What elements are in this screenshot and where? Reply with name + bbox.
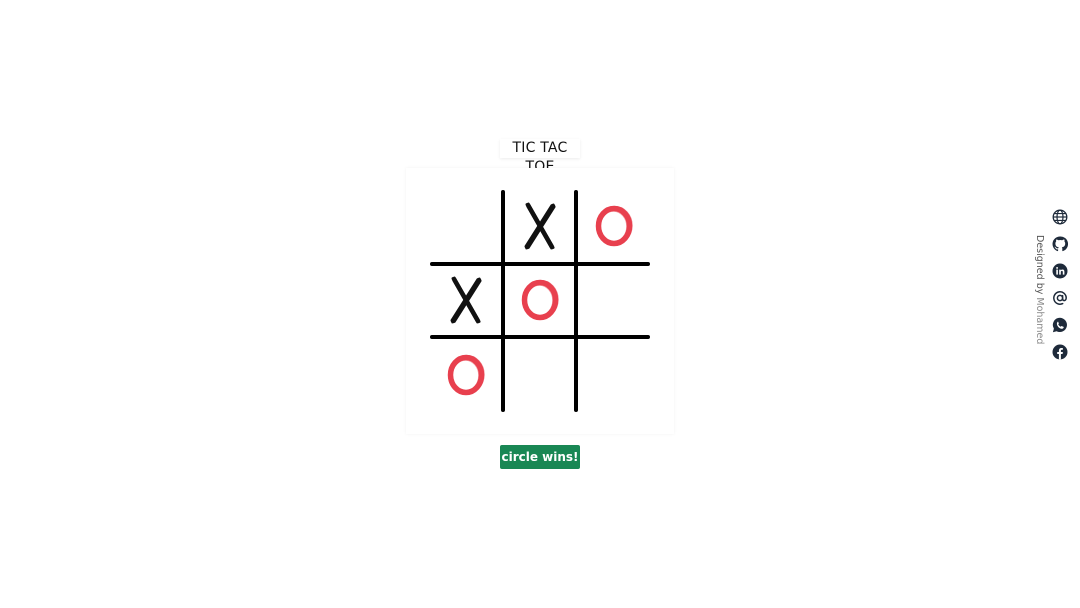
designed-by-label: Designed by [1034,235,1045,295]
page-title: TIC TAC TOE [500,139,580,175]
board-cell-0-2[interactable] [579,191,649,261]
board-cell-2-0[interactable] [431,340,501,410]
designed-by-author: Mohamed [1034,297,1045,345]
board-cell-1-2[interactable] [579,265,649,335]
board-cell-0-0[interactable] [431,191,501,261]
game-board [406,168,674,434]
game-page: TIC TAC TOE circle wins! Designed by Moh… [0,0,1080,608]
board-cell-2-2[interactable] [579,340,649,410]
board-svg [430,190,650,412]
email-at-icon[interactable] [1052,290,1068,306]
whatsapp-icon[interactable] [1052,317,1068,333]
globe-icon[interactable] [1052,209,1068,225]
linkedin-icon[interactable] [1052,263,1068,279]
facebook-icon[interactable] [1052,344,1068,360]
designed-by-credit: Designed by Mohamed [1031,235,1047,344]
social-links [1049,206,1071,371]
board-cell-2-1[interactable] [505,340,575,410]
winner-status-button[interactable]: circle wins! [500,445,580,469]
board-cell-1-1[interactable] [505,265,575,335]
github-icon[interactable] [1052,236,1068,252]
